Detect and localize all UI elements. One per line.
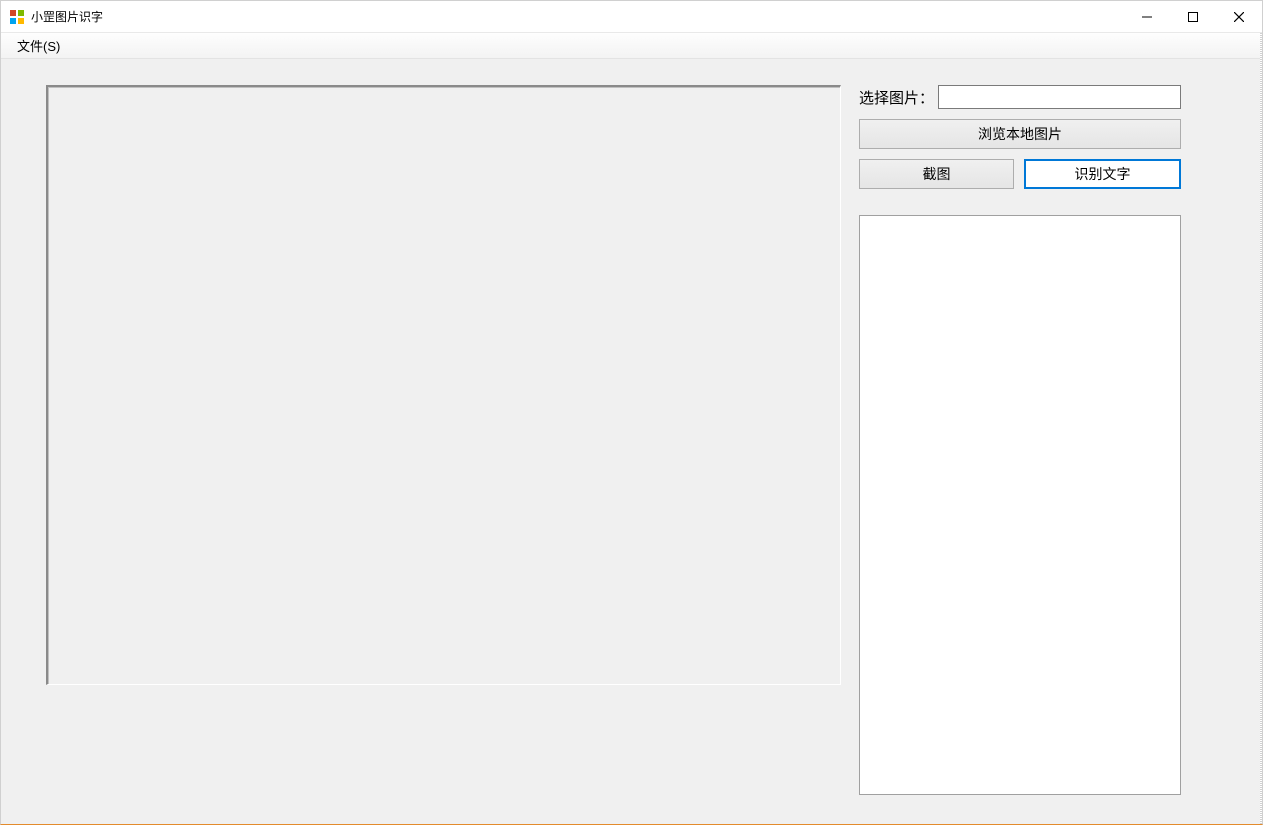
browse-local-image-button[interactable]: 浏览本地图片 [859,119,1181,149]
close-button[interactable] [1216,1,1262,32]
recognition-result-textarea[interactable] [859,215,1181,795]
side-panel: 选择图片： 浏览本地图片 截图 识别文字 [859,85,1181,201]
recognize-text-button[interactable]: 识别文字 [1024,159,1181,189]
client-area: 选择图片： 浏览本地图片 截图 识别文字 [1,59,1262,824]
select-image-label: 选择图片： [859,87,934,108]
minimize-button[interactable] [1124,1,1170,32]
screenshot-button[interactable]: 截图 [859,159,1014,189]
menu-bar: 文件(S) [1,33,1262,59]
app-window: 小罡图片识字 文件(S) 选择图片： 浏览本地图片 [0,0,1263,825]
window-title: 小罡图片识字 [31,8,103,25]
image-preview-panel [46,85,841,685]
maximize-button[interactable] [1170,1,1216,32]
title-bar: 小罡图片识字 [1,1,1262,33]
image-path-input[interactable] [938,85,1181,109]
app-icon [9,9,25,25]
menu-file[interactable]: 文件(S) [7,33,70,58]
window-controls [1124,1,1262,32]
